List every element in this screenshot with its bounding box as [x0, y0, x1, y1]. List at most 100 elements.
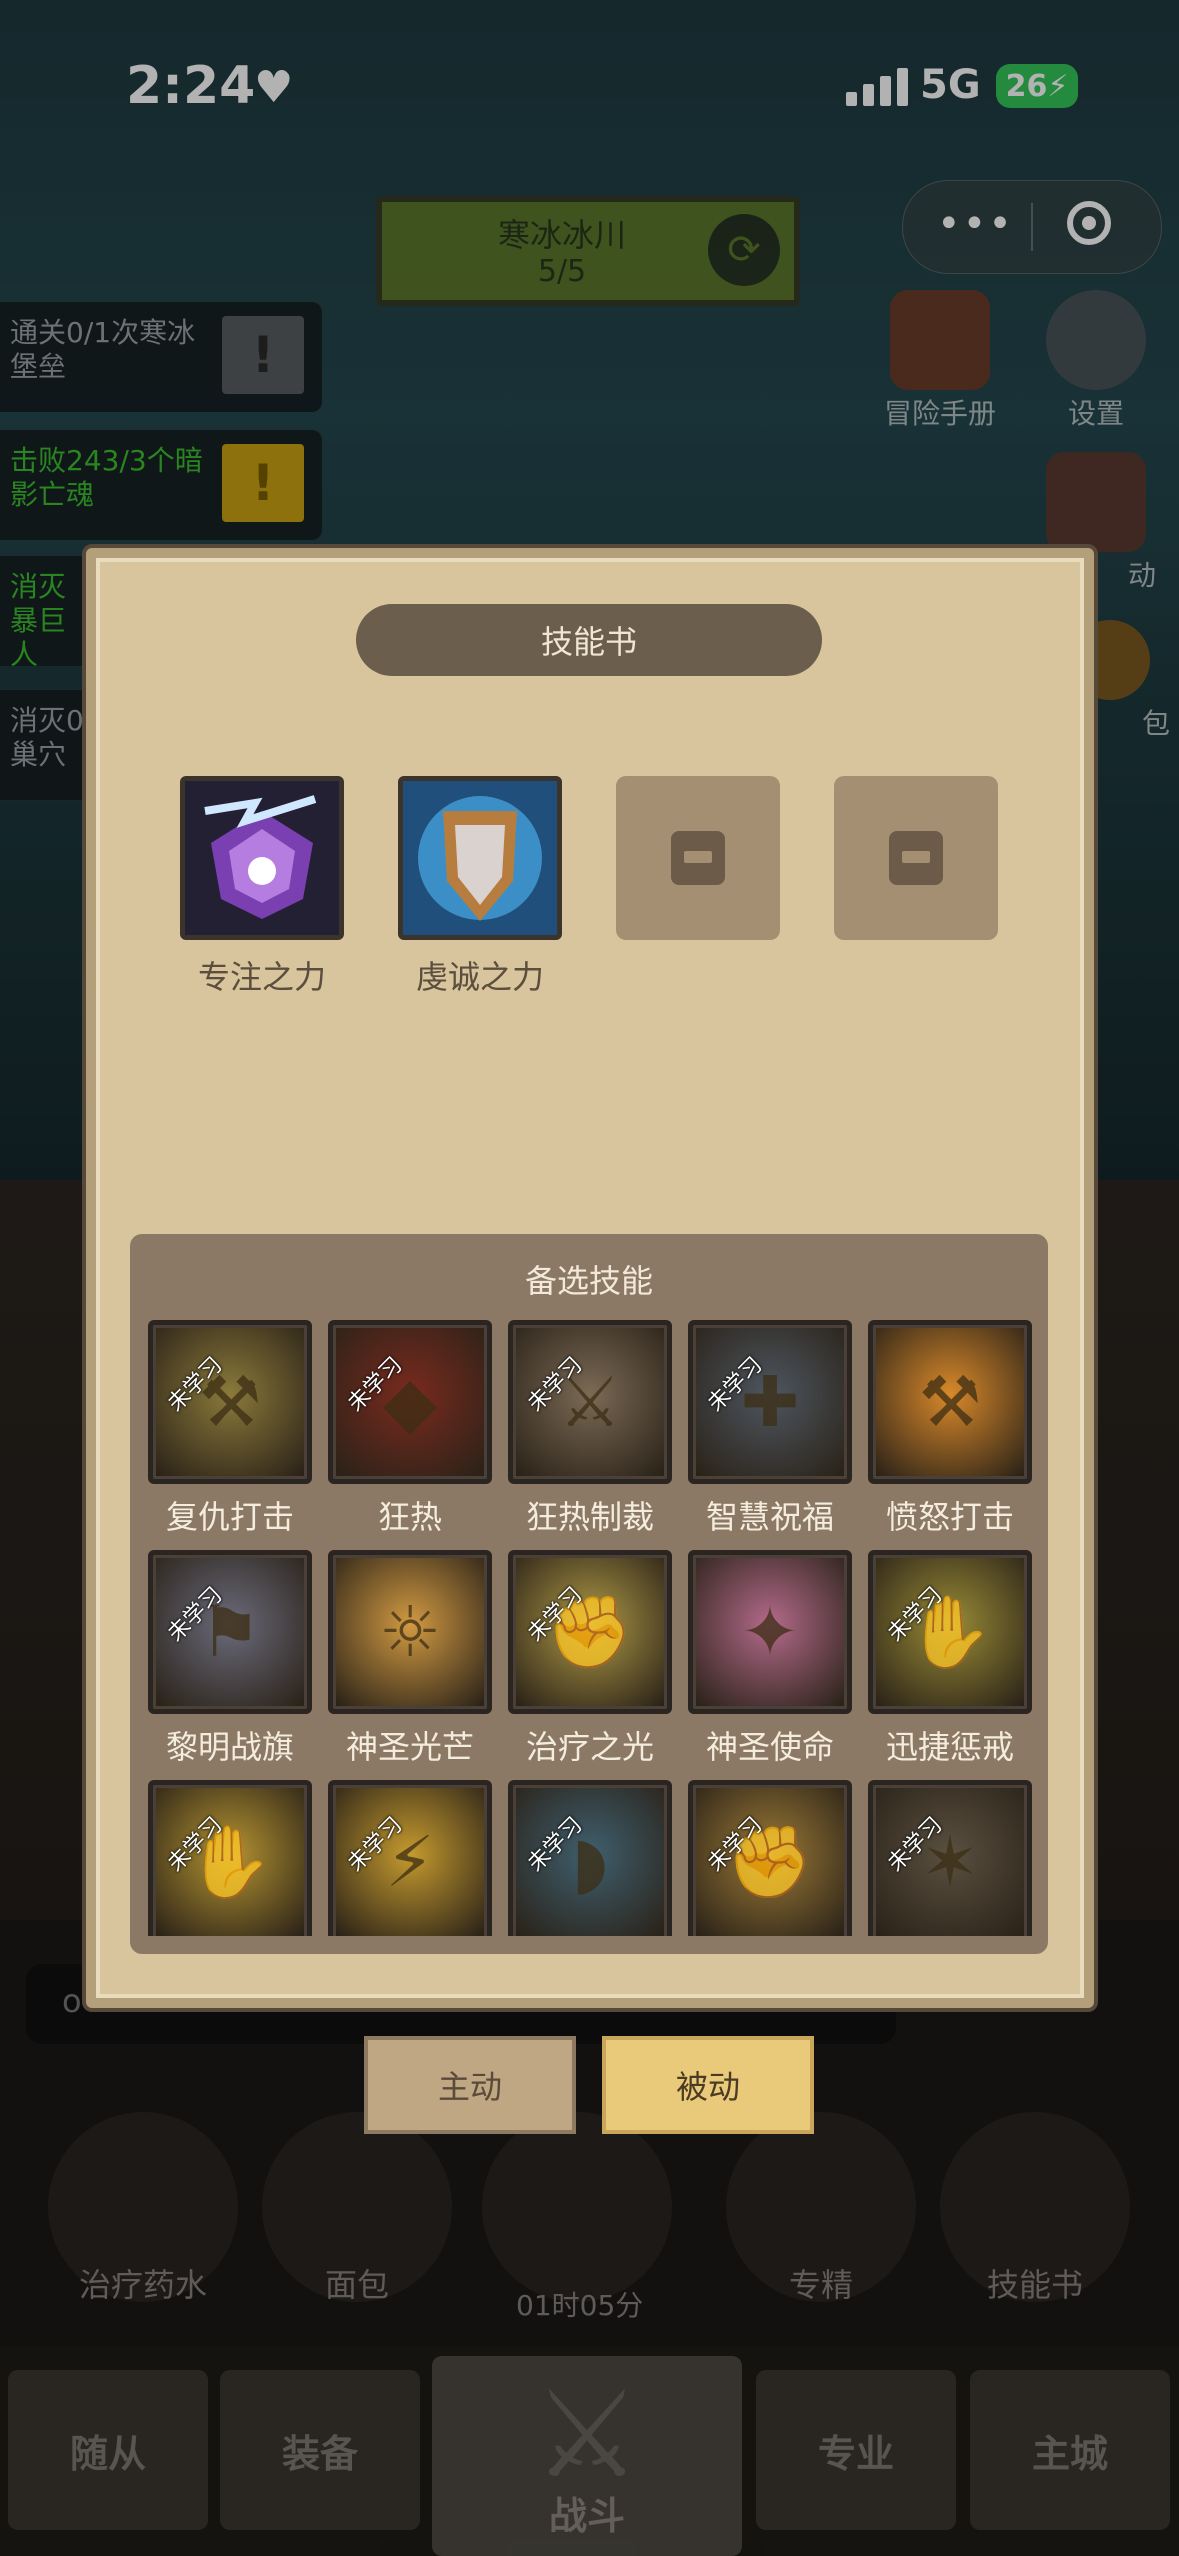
candidate-skill[interactable]: ✶ 未学习 [868, 1780, 1032, 1936]
skill-icon: ✊ 未学习 [508, 1550, 672, 1714]
skill-glyph: ✦ [740, 1591, 800, 1673]
candidate-skill[interactable]: ✚ 未学习智慧祝福 [688, 1320, 852, 1538]
chat-input-text: o [62, 1982, 82, 2020]
skill-glyph: ☼ [378, 1591, 442, 1673]
candidate-skill[interactable]: ✦ 神圣使命 [688, 1550, 852, 1768]
settings-label: 设置 [1067, 397, 1124, 430]
more-menu-button[interactable]: ••• [937, 201, 1014, 247]
devotion-power-icon [403, 781, 557, 935]
nav-profession[interactable]: 专业 [756, 2370, 956, 2530]
skill-icon: ☼ [328, 1550, 492, 1714]
mini-program-capsule: ••• [902, 180, 1162, 274]
skill-name: 智慧祝福 [705, 1498, 834, 1536]
candidate-skill[interactable]: ⚡ 未学习 [328, 1780, 492, 1936]
quest-text: 消灭0 巢穴 [10, 704, 84, 771]
adventure-manual-button[interactable]: 冒险手册 [880, 290, 1000, 432]
nav-equipment[interactable]: 装备 [220, 2370, 420, 2530]
map-progress: 5/5 [537, 254, 587, 289]
capsule-divider [1031, 203, 1033, 251]
lock-icon [671, 831, 725, 885]
lock-icon [889, 831, 943, 885]
skill-icon: ⚒ 未学习 [148, 1320, 312, 1484]
skill-name: 狂热制裁 [525, 1498, 654, 1536]
skill-icon: ◗ 未学习 [508, 1780, 672, 1936]
focus-power-icon [185, 781, 339, 935]
skill-icon: ✊ 未学习 [688, 1780, 852, 1936]
item-label: 技能书 [986, 2266, 1083, 2304]
quest-text: 消灭 暴巨人 [10, 570, 67, 671]
equipped-skill-slot[interactable] [398, 776, 562, 940]
candidate-skill[interactable]: ⚒ 愤怒打击 [868, 1320, 1032, 1538]
adventure-manual-label: 冒险手册 [883, 397, 996, 430]
dialog-title-bar: 技能书 [356, 604, 822, 676]
quest-alert-icon: ! [222, 444, 304, 522]
quest-text: 通关0/1次寒冰堡垒 [10, 316, 196, 383]
skill-icon: ⚡ 未学习 [328, 1780, 492, 1936]
locked-skill-slot [616, 776, 780, 940]
quest-item[interactable]: 消灭0 巢穴 [0, 690, 90, 800]
item-label: 治疗药水 [78, 2266, 207, 2304]
skill-icon: ✦ [688, 1550, 852, 1714]
skill-name: 黎明战旗 [165, 1728, 294, 1766]
skill-name: 愤怒打击 [885, 1498, 1014, 1536]
candidate-skill[interactable]: ✊ 未学习 [688, 1780, 852, 1936]
locked-skill-slot [834, 776, 998, 940]
candidate-skill[interactable]: ◆ 未学习狂热 [328, 1320, 492, 1538]
candidate-skills-title: 备选技能 [524, 1262, 653, 1300]
map-selector[interactable]: 寒冰冰川 5/5 ⟳ [376, 196, 800, 306]
quest-text: 击败243/3个暗影亡魂 [10, 444, 203, 511]
close-mini-program-icon[interactable] [1067, 201, 1111, 245]
settings-button[interactable]: 设置 [1036, 290, 1156, 432]
skill-name: 狂热 [377, 1498, 442, 1536]
network-type: 5G [920, 62, 981, 108]
nav-followers[interactable]: 随从 [8, 2370, 208, 2530]
equipped-skill-slot[interactable] [180, 776, 344, 940]
skill-name: 神圣使命 [705, 1728, 834, 1766]
skill-icon: ✶ 未学习 [868, 1780, 1032, 1936]
battery-level: 26 [1005, 68, 1048, 104]
dialog-title: 技能书 [540, 623, 637, 661]
tab-passive-skills[interactable]: 被动 [602, 2036, 814, 2134]
battery-icon: 26 ⚡ [996, 64, 1078, 108]
skill-glyph: ⚒ [918, 1361, 982, 1443]
nav-main-city[interactable]: 主城 [970, 2370, 1170, 2530]
candidate-skill[interactable]: ✋ 未学习 [148, 1780, 312, 1936]
map-name: 寒冰冰川 [497, 216, 626, 254]
swap-map-icon[interactable]: ⟳ [708, 214, 780, 286]
status-time: 2:24 [126, 56, 256, 116]
candidate-skill[interactable]: ◗ 未学习 [508, 1780, 672, 1936]
skill-name: 神圣光芒 [345, 1728, 474, 1766]
candidate-skill[interactable]: ⚑ 未学习黎明战旗 [148, 1550, 312, 1768]
candidate-skill[interactable]: ☼ 神圣光芒 [328, 1550, 492, 1768]
quest-alert-icon: ! [222, 316, 304, 394]
quest-item[interactable]: 击败243/3个暗影亡魂 ! [0, 430, 322, 540]
treasure-chest-item[interactable] [482, 2112, 672, 2302]
skill-icon: ✚ 未学习 [688, 1320, 852, 1484]
quest-item[interactable]: 通关0/1次寒冰堡垒 ! [0, 302, 322, 412]
item-label: 面包 [324, 2266, 389, 2304]
signal-icon [846, 62, 908, 106]
activity-icon [1046, 452, 1146, 552]
quest-item[interactable]: 消灭 暴巨人 [0, 556, 90, 671]
skill-icon: ⚒ [868, 1320, 1032, 1484]
skill-name: 复仇打击 [165, 1498, 294, 1536]
skill-icon: ✋ 未学习 [148, 1780, 312, 1936]
tab-active-skills[interactable]: 主动 [364, 2036, 576, 2134]
chest-timer: 01时05分 [516, 2289, 644, 2322]
gear-icon [1046, 290, 1146, 390]
candidate-skill[interactable]: ✋ 未学习 迅捷惩戒 [868, 1550, 1032, 1768]
skill-name: 治疗之光 [525, 1728, 654, 1766]
candidate-skill[interactable]: ⚒ 未学习复仇打击 [148, 1320, 312, 1538]
candidate-skill[interactable]: ⚔ 未学习狂热制裁 [508, 1320, 672, 1538]
nav-battle[interactable]: ⚔ 战斗 [432, 2356, 742, 2556]
equipped-skill-name: 虔诚之力 [415, 958, 544, 996]
candidate-skill[interactable]: ✊ 未学习治疗之光 [508, 1550, 672, 1768]
skill-icon: ◆ 未学习 [328, 1320, 492, 1484]
book-icon [890, 290, 990, 390]
nav-battle-label: 战斗 [548, 2494, 625, 2538]
skill-icon: ⚔ 未学习 [508, 1320, 672, 1484]
item-label: 专精 [788, 2266, 853, 2304]
skill-icon: ⚑ 未学习 [148, 1550, 312, 1714]
skill-icon: ✋ 未学习 [868, 1550, 1032, 1714]
candidate-skills-grid[interactable]: ⚒ 未学习 复仇打击 ◆ 未学习 狂热 ⚔ 未学习 狂热制裁 ✚ 未学习 智慧祝福 ⚒ 愤怒打击 ⚑ 未学习黎… [130, 1300, 1048, 1936]
